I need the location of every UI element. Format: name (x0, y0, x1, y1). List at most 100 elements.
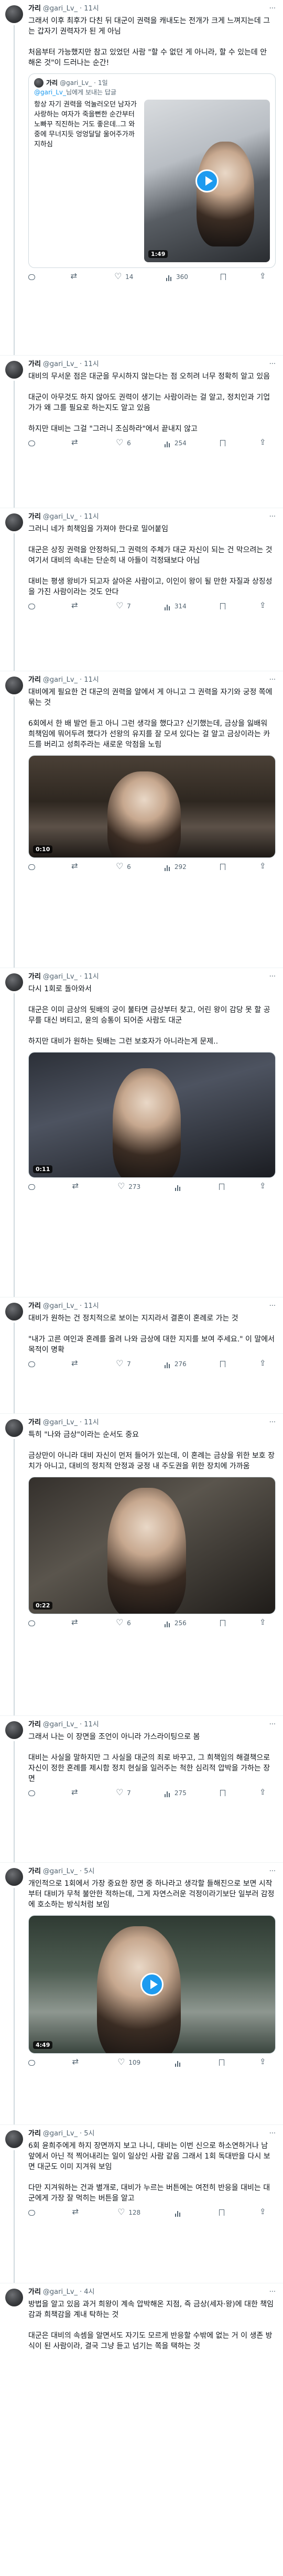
like-button[interactable]: 6 (116, 437, 131, 447)
retweet-button[interactable] (71, 600, 82, 610)
like-button[interactable]: 6 (116, 861, 131, 871)
retweet-button[interactable] (71, 1358, 82, 1368)
like-button[interactable]: 7 (116, 1787, 131, 1797)
author-name[interactable]: 가리 (28, 1720, 41, 1730)
like-button[interactable]: 7 (116, 1358, 131, 1368)
share-button[interactable] (259, 2207, 267, 2217)
author-name[interactable]: 가리 (28, 1418, 41, 1427)
avatar[interactable] (5, 2289, 23, 2306)
reply-button[interactable] (28, 1184, 38, 1190)
timestamp[interactable]: 11시 (84, 360, 99, 369)
timestamp[interactable]: 11시 (84, 972, 99, 982)
retweet-button[interactable] (71, 861, 82, 871)
share-button[interactable] (259, 271, 267, 281)
tweet[interactable]: 가리 @gari_Lv_ · 11시 ··· 대비가 원하는 건 정치적으로 보이는 지… (0, 1297, 283, 1414)
retweet-button[interactable] (71, 437, 82, 447)
views-button[interactable] (175, 2208, 185, 2217)
timestamp[interactable]: 11시 (84, 1418, 99, 1427)
more-icon[interactable]: ··· (269, 1720, 276, 1730)
play-icon[interactable] (140, 1973, 164, 1996)
tweet[interactable]: 가리 @gari_Lv_ · 11시 ··· 다시 1회로 돌아와서 대군은 이미 금상… (0, 968, 283, 1297)
retweet-button[interactable] (72, 1181, 83, 1191)
author-name[interactable]: 가리 (28, 1867, 41, 1876)
bookmark-button[interactable] (220, 1361, 225, 1367)
reply-button[interactable] (28, 864, 38, 870)
views-button[interactable]: 314 (164, 602, 187, 610)
reply-button[interactable] (28, 1620, 38, 1626)
more-icon[interactable]: ··· (269, 360, 276, 369)
avatar[interactable] (5, 361, 23, 379)
avatar[interactable] (5, 1419, 23, 1437)
avatar[interactable] (5, 2130, 23, 2148)
reply-button[interactable] (28, 274, 38, 280)
views-button[interactable] (175, 2058, 185, 2067)
tweet[interactable]: 가리 @gari_Lv_ · 11시 ··· 그래서 나는 이 장면을 조언이 아니라 … (0, 1716, 283, 1863)
bookmark-button[interactable] (219, 2209, 225, 2216)
like-button[interactable]: 6 (116, 1617, 131, 1627)
avatar[interactable] (5, 513, 23, 531)
tweet[interactable]: 가리 @gari_Lv_ · 11시 ··· 대비의 무서운 점은 대군을 무시하지 않… (0, 356, 283, 508)
author-name[interactable]: 가리 (28, 360, 41, 369)
timestamp[interactable]: 11시 (84, 4, 99, 14)
avatar[interactable] (5, 1721, 23, 1739)
author-name[interactable]: 가리 (28, 512, 41, 522)
more-icon[interactable]: ··· (269, 2288, 276, 2297)
tweet[interactable]: 가리 @gari_Lv_ · 5시 ··· 6회 윤희주에게 하지 장면까지 보고 나니… (0, 2125, 283, 2283)
tweet[interactable]: 가리 @gari_Lv_ · 5시 ··· 개인적으로 1회에서 가장 중요한 장면 중… (0, 1863, 283, 2125)
author-handle[interactable]: @gari_Lv_ (43, 4, 78, 14)
share-button[interactable] (259, 437, 267, 447)
timestamp[interactable]: 11시 (84, 1720, 99, 1730)
more-icon[interactable]: ··· (269, 972, 276, 982)
author-handle[interactable]: @gari_Lv_ (43, 972, 78, 982)
views-button[interactable]: 254 (164, 439, 187, 447)
author-name[interactable]: 가리 (28, 4, 41, 14)
retweet-button[interactable] (71, 271, 82, 281)
timestamp[interactable]: 11시 (84, 675, 99, 685)
tweet[interactable]: 가리 @gari_Lv_ · 11시 ··· 그러니 네가 희책임을 가져야 한다로 밀… (0, 508, 283, 671)
timestamp[interactable]: 11시 (84, 1302, 99, 1311)
avatar[interactable] (5, 1868, 23, 1886)
bookmark-button[interactable] (219, 1184, 225, 1190)
reply-button[interactable] (28, 1790, 38, 1796)
reply-button[interactable] (28, 2059, 38, 2066)
author-name[interactable]: 가리 (28, 2288, 41, 2297)
video-player[interactable]: 0:10 (28, 755, 276, 858)
more-icon[interactable]: ··· (269, 1302, 276, 1311)
retweet-button[interactable] (72, 2057, 83, 2067)
views-button[interactable]: 360 (166, 273, 188, 281)
timestamp[interactable]: 4시 (84, 2288, 94, 2297)
bookmark-button[interactable] (220, 603, 225, 609)
video-player[interactable]: 4:49 (28, 1915, 276, 2054)
share-button[interactable] (259, 1181, 267, 1191)
avatar[interactable] (5, 1303, 23, 1321)
author-handle[interactable]: @gari_Lv_ (43, 1418, 78, 1427)
like-button[interactable]: 273 (117, 1181, 140, 1191)
reply-button[interactable] (28, 1361, 38, 1367)
more-icon[interactable]: ··· (269, 675, 276, 685)
share-button[interactable] (259, 1787, 267, 1797)
bookmark-button[interactable] (220, 1790, 225, 1796)
author-handle[interactable]: @gari_Lv_ (43, 2288, 78, 2297)
timestamp[interactable]: 11시 (84, 512, 99, 522)
avatar[interactable] (5, 677, 23, 694)
bookmark-button[interactable] (221, 274, 226, 280)
views-button[interactable]: 276 (164, 1360, 187, 1368)
bookmark-button[interactable] (220, 440, 225, 446)
timestamp[interactable]: 5시 (84, 1867, 94, 1876)
bookmark-button[interactable] (220, 864, 225, 870)
author-name[interactable]: 가리 (28, 1302, 41, 1311)
views-button[interactable]: 256 (164, 1619, 187, 1627)
share-button[interactable] (259, 2057, 267, 2067)
views-button[interactable] (175, 1183, 185, 1191)
avatar[interactable] (5, 5, 23, 23)
tweet[interactable]: 가리 @gari_Lv_ · 4시 ··· 방법을 알고 있음 과거 희왕이 계속 압박… (0, 2283, 283, 2414)
quoted-video-thumbnail[interactable]: 1:49 (144, 100, 270, 262)
more-icon[interactable]: ··· (269, 2129, 276, 2139)
video-player[interactable]: 0:22 (28, 1477, 276, 1614)
author-name[interactable]: 가리 (28, 2129, 41, 2139)
retweet-button[interactable] (71, 1787, 82, 1797)
tweet[interactable]: 가리 @gari_Lv_ · 11시 ··· 그래서 이후 최후가 다친 뒤 대군이 권… (0, 0, 283, 356)
bookmark-button[interactable] (219, 2059, 225, 2066)
author-handle[interactable]: @gari_Lv_ (43, 1720, 78, 1730)
avatar[interactable] (5, 973, 23, 991)
